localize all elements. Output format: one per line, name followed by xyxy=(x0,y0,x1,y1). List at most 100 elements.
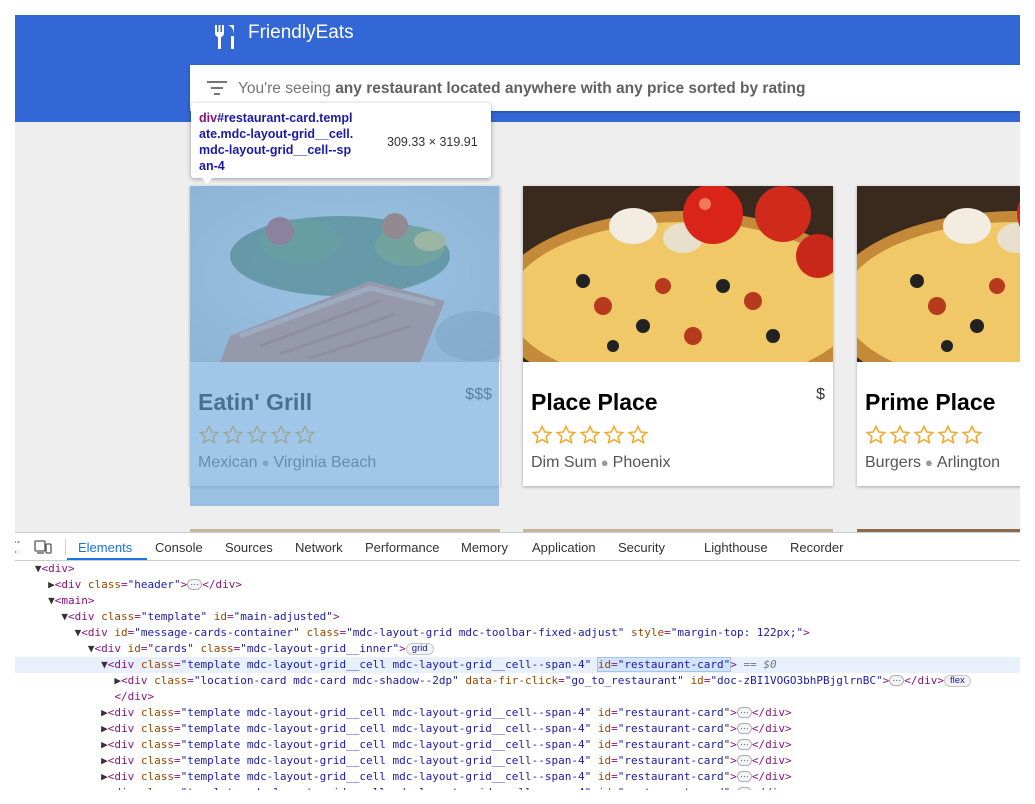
restaurant-card[interactable]: Place Place $ Dim Sum ● Phoenix xyxy=(523,186,833,486)
tab-security[interactable]: Security xyxy=(618,540,665,555)
ellipsis-badge[interactable]: ··· xyxy=(736,739,752,750)
inspector-tag: div xyxy=(199,111,218,125)
tab-elements[interactable]: Elements xyxy=(78,540,132,555)
restaurant-city: Phoenix xyxy=(612,454,671,471)
active-tab-indicator xyxy=(67,558,147,560)
collapse-triangle-icon[interactable]: ▶ xyxy=(48,578,55,591)
expand-triangle-icon[interactable]: ▼ xyxy=(48,594,55,607)
star-outline-icon xyxy=(889,424,911,445)
dom-node[interactable]: ▼<div> xyxy=(15,561,1020,577)
filter-list-icon[interactable] xyxy=(207,81,227,95)
restaurant-meta: Burgers ● Arlington xyxy=(865,454,1000,472)
dom-node[interactable]: ▶<div class="header"> ··· </div> xyxy=(15,577,1020,593)
collapse-triangle-icon[interactable]: ▶ xyxy=(101,754,108,767)
tab-application[interactable]: Application xyxy=(532,540,596,555)
star-outline-icon xyxy=(270,424,292,445)
ellipsis-badge[interactable]: ··· xyxy=(736,723,752,734)
selector-line: an-4 xyxy=(199,159,225,173)
selected-node-marker: == $0 xyxy=(736,658,777,671)
restaurant-category: Burgers xyxy=(865,454,922,471)
rating-stars xyxy=(865,424,983,446)
restaurant-category: Mexican xyxy=(198,454,258,471)
expand-triangle-icon[interactable]: ▼ xyxy=(61,610,68,623)
restaurant-name: Prime Place xyxy=(865,389,996,415)
tooltip-arrow xyxy=(200,176,214,184)
restaurant-name: Place Place xyxy=(531,389,658,415)
restaurant-category: Dim Sum xyxy=(531,454,597,471)
star-outline-icon xyxy=(627,424,649,445)
star-outline-icon xyxy=(603,424,625,445)
ellipsis-badge[interactable]: ··· xyxy=(736,755,752,766)
dom-node[interactable]: ▼<main> xyxy=(15,593,1020,609)
collapse-triangle-icon[interactable]: ▶ xyxy=(101,770,108,783)
expand-triangle-icon[interactable]: ▼ xyxy=(35,562,42,575)
collapse-triangle-icon[interactable]: ▶ xyxy=(101,706,108,719)
collapse-triangle-icon[interactable]: ▶ xyxy=(101,786,108,790)
dom-node[interactable]: ▶<div class="template mdc-layout-grid__c… xyxy=(15,737,1020,753)
ellipsis-badge[interactable]: ··· xyxy=(889,675,905,686)
tab-memory[interactable]: Memory xyxy=(461,540,508,555)
fork-knife-icon xyxy=(214,25,234,49)
collapse-triangle-icon[interactable]: ▶ xyxy=(101,738,108,751)
dom-node[interactable]: ▼<div class="template" id="main-adjusted… xyxy=(15,609,1020,625)
filter-description: You're seeing any restaurant located any… xyxy=(238,80,806,98)
star-outline-icon xyxy=(198,424,220,445)
star-outline-icon xyxy=(937,424,959,445)
dom-node-selected[interactable]: ▼<div class="template mdc-layout-grid__c… xyxy=(15,657,1020,673)
toolbar-divider xyxy=(65,539,66,555)
dom-node[interactable]: ▼<div id="message-cards-container" class… xyxy=(15,625,1020,641)
star-outline-icon xyxy=(246,424,268,445)
grid-badge[interactable]: grid xyxy=(405,643,434,655)
restaurant-card[interactable]: Eatin' Grill $$$ Mexican ● Virginia Beach xyxy=(190,186,500,486)
dom-node[interactable]: ▶<div class="template mdc-layout-grid__c… xyxy=(15,753,1020,769)
separator-dot: ● xyxy=(600,455,609,470)
star-outline-icon xyxy=(555,424,577,445)
rating-stars xyxy=(198,424,316,446)
tab-lighthouse[interactable]: Lighthouse xyxy=(704,540,768,555)
tab-console[interactable]: Console xyxy=(155,540,203,555)
star-outline-icon xyxy=(531,424,553,445)
dom-node[interactable]: ▶<div class="template mdc-layout-grid__c… xyxy=(15,769,1020,785)
device-toolbar-icon[interactable] xyxy=(34,540,52,554)
devtools-tab-bar: Elements Console Sources Network Perform… xyxy=(15,533,1020,561)
id-attribute-highlight: id="restaurant-card" xyxy=(596,657,732,672)
dom-node[interactable]: ▶<div class="location-card mdc-card mdc-… xyxy=(15,673,1020,689)
star-outline-icon xyxy=(913,424,935,445)
restaurant-meta: Mexican ● Virginia Beach xyxy=(198,454,376,472)
ellipsis-badge[interactable]: ··· xyxy=(736,707,752,718)
selector-line: ate.mdc-layout-grid__cell. xyxy=(199,127,354,141)
inspector-tooltip: div#restaurant-card.templ ate.mdc-layout-… xyxy=(191,103,491,178)
dom-node[interactable]: ▶<div class="template mdc-layout-grid__c… xyxy=(15,705,1020,721)
restaurant-image xyxy=(857,186,1020,362)
dom-node[interactable]: ▼<div id="cards" class="mdc-layout-grid_… xyxy=(15,641,1020,657)
expand-triangle-icon[interactable]: ▼ xyxy=(101,658,108,671)
inspect-element-icon[interactable] xyxy=(15,540,23,554)
ellipsis-badge[interactable]: ··· xyxy=(187,579,203,590)
separator-dot: ● xyxy=(925,455,933,470)
restaurant-card[interactable]: Prime Place Burgers ● Arlington xyxy=(857,186,1020,486)
app-title[interactable]: FriendlyEats xyxy=(248,22,354,44)
tab-sources[interactable]: Sources xyxy=(225,540,273,555)
collapse-triangle-icon[interactable]: ▶ xyxy=(101,722,108,735)
separator-dot: ● xyxy=(261,455,270,470)
selector-line: mdc-layout-grid__cell--sp xyxy=(199,143,352,157)
tab-network[interactable]: Network xyxy=(295,540,343,555)
rating-stars xyxy=(531,424,649,446)
filter-summary: any restaurant located anywhere with any… xyxy=(335,80,806,97)
restaurant-city: Virginia Beach xyxy=(273,454,377,471)
dom-node[interactable]: ▶<div class="template mdc-layout-grid__c… xyxy=(15,785,1020,790)
ellipsis-badge[interactable]: ··· xyxy=(736,787,752,790)
collapse-triangle-icon[interactable]: ▶ xyxy=(114,674,121,687)
star-outline-icon xyxy=(579,424,601,445)
star-outline-icon xyxy=(294,424,316,445)
dom-node[interactable]: </div> xyxy=(15,689,1020,705)
dom-node[interactable]: ▶<div class="template mdc-layout-grid__c… xyxy=(15,721,1020,737)
inspector-selector: div#restaurant-card.templ ate.mdc-layout-… xyxy=(199,110,375,174)
inspector-dimensions: 309.33 × 319.91 xyxy=(387,135,478,149)
star-outline-icon xyxy=(222,424,244,445)
ellipsis-badge[interactable]: ··· xyxy=(736,771,752,782)
restaurant-name: Eatin' Grill xyxy=(198,389,313,415)
tab-recorder[interactable]: Recorder xyxy=(790,540,843,555)
tab-performance[interactable]: Performance xyxy=(365,540,439,555)
flex-badge[interactable]: flex xyxy=(944,675,971,687)
